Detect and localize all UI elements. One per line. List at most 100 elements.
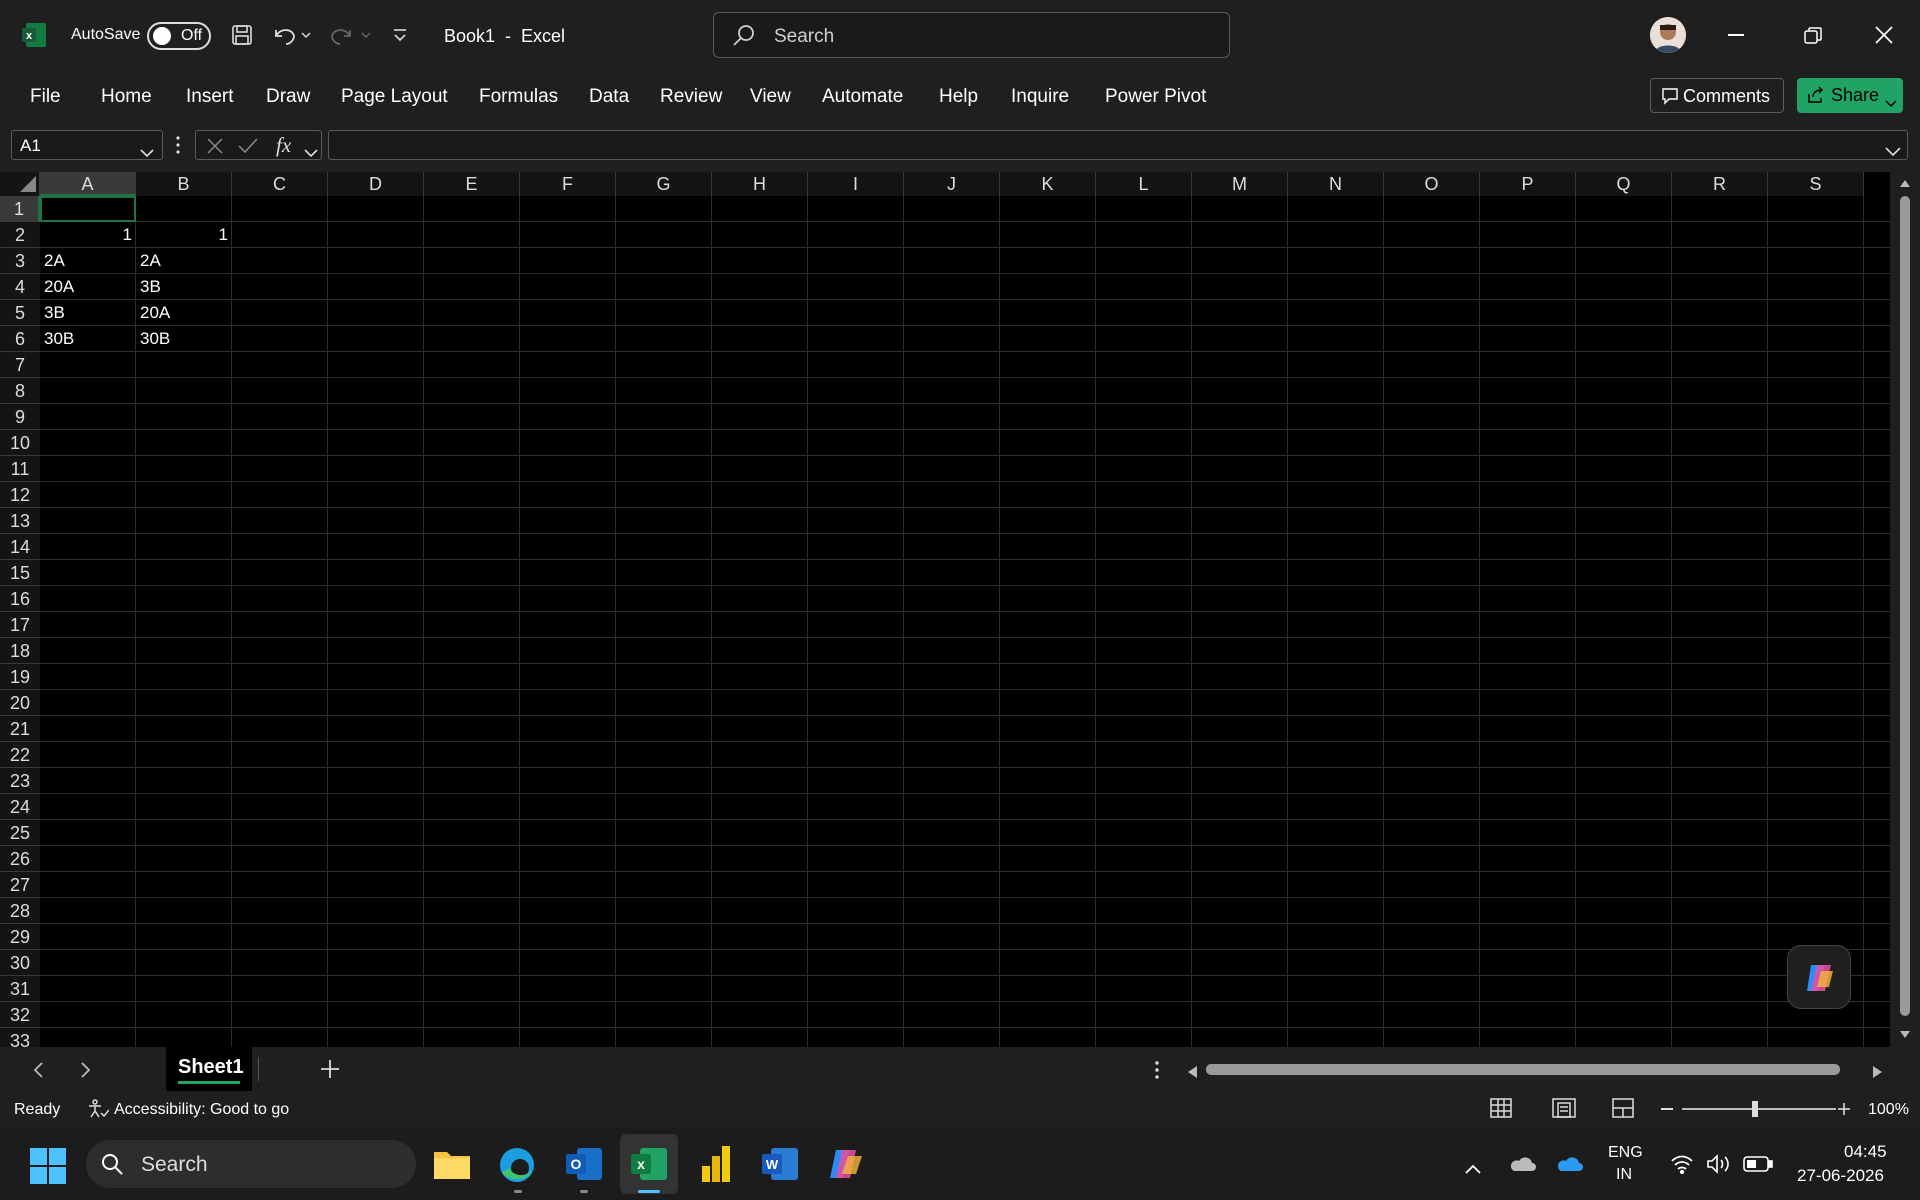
excel-taskbar-button[interactable]: x [620,1134,678,1194]
onedrive-gray-icon[interactable] [1508,1154,1536,1177]
language-line2[interactable]: IN [1616,1166,1632,1184]
column-header-i[interactable]: I [808,172,904,196]
column-header-b[interactable]: B [136,172,232,196]
row-header-24[interactable]: 24 [0,794,40,820]
row-header-15[interactable]: 15 [0,560,40,586]
volume-icon[interactable] [1706,1154,1732,1179]
cell-a6[interactable]: 30B [40,326,136,352]
row-header-25[interactable]: 25 [0,820,40,846]
column-header-g[interactable]: G [616,172,712,196]
tab-automate[interactable]: Automate [822,86,903,108]
battery-icon[interactable] [1743,1156,1773,1177]
outlook-icon[interactable]: O [565,1146,603,1187]
search-box[interactable]: Search [713,12,1230,58]
copilot-taskbar-icon[interactable] [828,1146,864,1187]
row-header-17[interactable]: 17 [0,612,40,638]
row-header-26[interactable]: 26 [0,846,40,872]
tab-review[interactable]: Review [660,86,722,108]
name-box[interactable]: A1 [11,130,163,160]
chevron-down-icon[interactable] [304,142,318,163]
word-icon[interactable]: W [761,1146,799,1187]
row-header-5[interactable]: 5 [0,300,40,326]
column-header-o[interactable]: O [1384,172,1480,196]
column-header-r[interactable]: R [1672,172,1768,196]
row-header-21[interactable]: 21 [0,716,40,742]
clock-date[interactable]: 27-06-2026 [1797,1166,1884,1186]
column-header-h[interactable]: H [712,172,808,196]
add-sheet-icon[interactable] [320,1059,340,1084]
row-header-33[interactable]: 33 [0,1028,40,1047]
column-header-j[interactable]: J [904,172,1000,196]
accessibility-status[interactable]: Accessibility: Good to go [114,1101,289,1119]
row-header-12[interactable]: 12 [0,482,40,508]
cell-b3[interactable]: 2A [136,248,232,274]
normal-view-icon[interactable] [1490,1098,1512,1123]
tab-view[interactable]: View [750,86,791,108]
vertical-scroll-thumb[interactable] [1900,196,1910,1016]
column-header-d[interactable]: D [328,172,424,196]
tab-page-layout[interactable]: Page Layout [341,86,448,108]
save-icon[interactable] [231,24,253,51]
cell-b4[interactable]: 3B [136,274,232,300]
tab-file[interactable]: File [30,86,61,108]
edge-browser-icon[interactable] [498,1146,536,1189]
sheet-tab[interactable]: Sheet1 [166,1047,252,1091]
column-header-m[interactable]: M [1192,172,1288,196]
cell-a5[interactable]: 3B [40,300,136,326]
expand-formula-bar-icon[interactable] [1885,141,1901,162]
file-explorer-icon[interactable] [433,1146,471,1185]
scroll-left-icon[interactable] [32,1061,44,1084]
column-header-l[interactable]: L [1096,172,1192,196]
row-header-13[interactable]: 13 [0,508,40,534]
tab-formulas[interactable]: Formulas [479,86,558,108]
column-header-n[interactable]: N [1288,172,1384,196]
row-header-31[interactable]: 31 [0,976,40,1002]
tab-draw[interactable]: Draw [266,86,310,108]
tab-insert[interactable]: Insert [186,86,234,108]
column-header-e[interactable]: E [424,172,520,196]
windows-start-icon[interactable] [30,1148,66,1189]
scroll-right-icon[interactable] [80,1061,92,1084]
row-header-30[interactable]: 30 [0,950,40,976]
restore-icon[interactable] [1804,27,1822,50]
minimize-icon[interactable] [1728,34,1744,36]
page-layout-view-icon[interactable] [1552,1098,1576,1123]
tab-help[interactable]: Help [939,86,978,108]
tab-power-pivot[interactable]: Power Pivot [1105,86,1206,108]
comments-button[interactable]: Comments [1650,78,1784,113]
column-header-k[interactable]: K [1000,172,1096,196]
zoom-slider-thumb[interactable] [1752,1101,1758,1117]
select-all-corner[interactable] [0,172,40,196]
chevron-down-icon[interactable] [140,142,154,163]
customize-toolbar-icon[interactable] [392,28,408,49]
more-options-icon[interactable] [176,135,180,160]
scroll-left-icon[interactable] [1186,1063,1198,1084]
row-header-8[interactable]: 8 [0,378,40,404]
row-header-19[interactable]: 19 [0,664,40,690]
row-header-6[interactable]: 6 [0,326,40,352]
close-icon[interactable] [1875,26,1893,49]
taskbar-search[interactable]: Search [86,1140,416,1188]
insert-function-icon[interactable]: fx [276,133,291,158]
cell-b6[interactable]: 30B [136,326,232,352]
column-header-c[interactable]: C [232,172,328,196]
column-header-a[interactable]: A [40,172,136,196]
row-header-29[interactable]: 29 [0,924,40,950]
row-header-28[interactable]: 28 [0,898,40,924]
row-header-32[interactable]: 32 [0,1002,40,1028]
share-button[interactable]: Share [1797,78,1903,113]
row-header-10[interactable]: 10 [0,430,40,456]
row-header-16[interactable]: 16 [0,586,40,612]
wifi-icon[interactable] [1670,1154,1694,1179]
row-header-23[interactable]: 23 [0,768,40,794]
undo-icon[interactable] [272,24,312,51]
tab-home[interactable]: Home [101,86,152,108]
power-bi-icon[interactable] [700,1144,732,1189]
column-header-p[interactable]: P [1480,172,1576,196]
chevron-up-icon[interactable] [1465,1158,1481,1179]
redo-icon[interactable] [330,24,372,51]
cancel-icon[interactable] [206,137,224,160]
row-header-2[interactable]: 2 [0,222,40,248]
zoom-level[interactable]: 100% [1868,1101,1909,1119]
zoom-slider[interactable] [1682,1108,1836,1110]
